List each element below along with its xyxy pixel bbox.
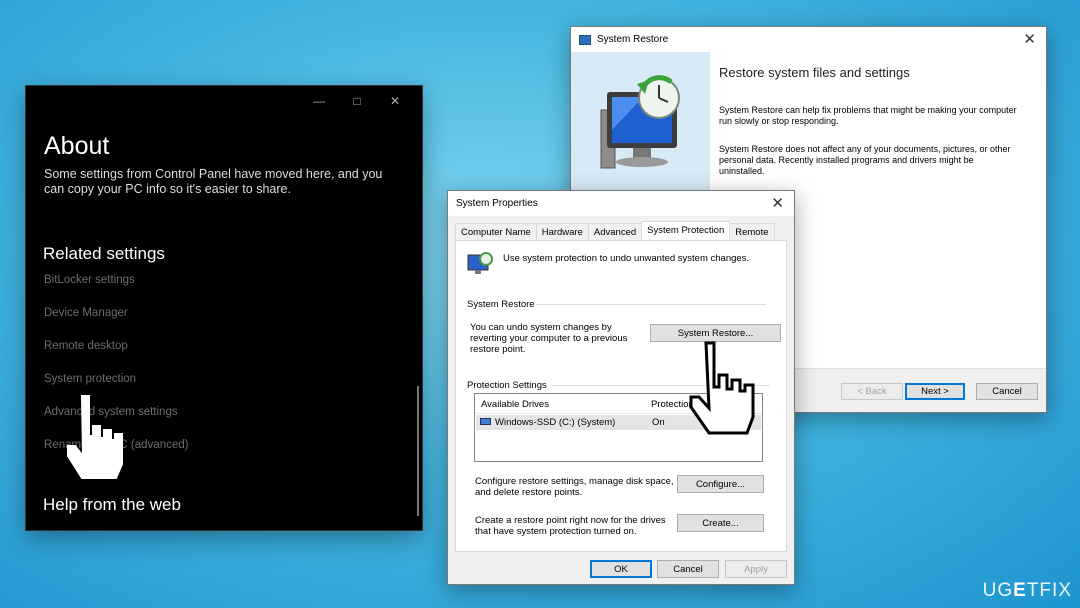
restore-text: You can undo system changes by reverting… <box>470 322 628 355</box>
link-system-protection[interactable]: System protection <box>44 373 136 385</box>
restore-paragraph-2: System Restore does not affect any of yo… <box>719 144 1011 176</box>
drive-name: Windows-SSD (C:) (System) <box>495 417 616 428</box>
tab-hardware[interactable]: Hardware <box>535 223 589 240</box>
restore-heading: Restore system files and settings <box>719 65 910 80</box>
minimize-icon[interactable]: — <box>300 92 338 110</box>
close-icon[interactable]: ✕ <box>771 194 784 212</box>
create-text: Create a restore point right now for the… <box>475 515 666 537</box>
configure-button[interactable]: Configure... <box>677 475 764 493</box>
drive-icon <box>480 418 491 425</box>
window-caption-buttons: — □ ✕ <box>300 92 414 110</box>
watermark-logo: UGETFIX <box>982 580 1072 601</box>
intro-text: Use system protection to undo unwanted s… <box>503 253 750 264</box>
title-bar: System Properties ✕ <box>448 191 794 216</box>
title-bar: System Restore ✕ <box>571 27 1046 52</box>
system-protection-icon <box>467 252 493 274</box>
settings-window: — □ ✕ About Some settings from Control P… <box>26 86 422 530</box>
close-icon[interactable]: ✕ <box>376 92 414 110</box>
tab-advanced[interactable]: Advanced <box>587 223 643 240</box>
tab-system-protection[interactable]: System Protection <box>641 221 731 240</box>
link-device-manager[interactable]: Device Manager <box>44 307 128 319</box>
create-button[interactable]: Create... <box>677 514 764 532</box>
tab-computer-name[interactable]: Computer Name <box>455 223 537 240</box>
tab-strip: Computer Name Hardware Advanced System P… <box>455 221 775 240</box>
system-properties-window: System Properties ✕ Computer Name Hardwa… <box>447 190 795 585</box>
ok-button[interactable]: OK <box>590 560 652 578</box>
close-icon[interactable]: ✕ <box>1023 30 1036 48</box>
configure-text: Configure restore settings, manage disk … <box>475 476 674 498</box>
restore-group-label: System Restore <box>467 299 535 310</box>
cancel-button[interactable]: Cancel <box>976 383 1038 400</box>
page-description: Some settings from Control Panel have mo… <box>44 167 383 196</box>
back-button[interactable]: < Back <box>841 383 903 400</box>
maximize-icon[interactable]: □ <box>338 92 376 110</box>
system-restore-icon <box>579 34 591 45</box>
protection-group-label: Protection Settings <box>467 380 547 391</box>
hand-cursor-icon <box>67 395 123 479</box>
hand-cursor-icon <box>689 341 755 435</box>
group-divider <box>536 304 766 305</box>
tab-remote[interactable]: Remote <box>729 223 775 240</box>
link-bitlocker-settings[interactable]: BitLocker settings <box>44 274 135 286</box>
restore-paragraph-1: System Restore can help fix problems tha… <box>719 105 1017 126</box>
window-title: System Properties <box>456 198 538 209</box>
link-remote-desktop[interactable]: Remote desktop <box>44 340 128 352</box>
drive-protection: On <box>652 417 665 428</box>
monitor-restore-icon <box>600 75 680 169</box>
next-button[interactable]: Next > <box>905 383 965 400</box>
window-title: System Restore <box>597 34 669 45</box>
page-title: About <box>44 132 110 160</box>
help-from-web-heading: Help from the web <box>43 495 181 514</box>
column-available-drives[interactable]: Available Drives <box>481 399 549 410</box>
cancel-button[interactable]: Cancel <box>657 560 719 578</box>
scrollbar[interactable] <box>417 386 419 516</box>
related-settings-heading: Related settings <box>43 244 165 263</box>
apply-button[interactable]: Apply <box>725 560 787 578</box>
